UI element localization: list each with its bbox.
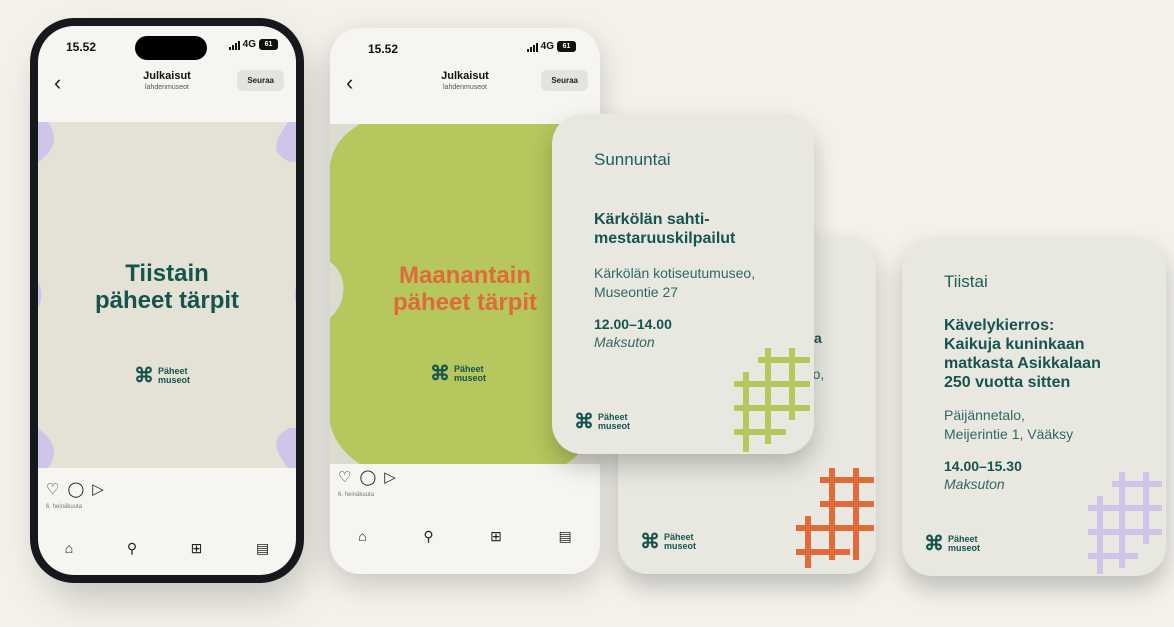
phone-mockup-left: 15.52 4G 61 ‹ Julkaisut lahdenmuseot Seu… xyxy=(30,18,304,583)
reels-icon[interactable]: ▤ xyxy=(558,528,571,545)
card-fee: Maksuton xyxy=(594,334,655,350)
command-mark-icon: ⌘ xyxy=(640,531,660,553)
logo-word-2: museot xyxy=(598,421,631,431)
profile-nav-bar: ‹ Julkaisut lahdenmuseot Seuraa xyxy=(330,68,600,104)
knot-pattern-lavender xyxy=(1088,472,1162,574)
heart-icon[interactable]: ♡ xyxy=(338,468,351,486)
knot-pattern-lime xyxy=(734,348,810,452)
card-event-title: Kävelykierros: Kaikuja kuninkaan matkast… xyxy=(944,316,1101,392)
headline-line-1: Tiistain xyxy=(125,260,209,287)
logo-word-2: museot xyxy=(454,373,487,383)
venue-line-2: Museontie 27 xyxy=(594,284,679,300)
home-icon[interactable]: ⌂ xyxy=(65,540,73,557)
event-title-fragment: a xyxy=(814,330,822,346)
venue-line-1: Päijännetalo, xyxy=(944,407,1025,423)
command-mark-icon: ⌘ xyxy=(134,365,154,387)
card-hours: 14.00–15.30 xyxy=(944,458,1022,474)
card-venue: Kärkölän kotiseutumuseo, Museontie 27 xyxy=(594,264,755,302)
paheet-museot-logo: ⌘ Päheet museot xyxy=(574,412,630,432)
command-mark-icon: ⌘ xyxy=(924,533,944,555)
event-line-3: matkasta Asikkalaan xyxy=(944,355,1101,372)
status-indicators: 4G 61 xyxy=(526,41,576,52)
battery-icon: 61 xyxy=(259,39,278,50)
card-fee: Maksuton xyxy=(944,476,1005,492)
logo-word-2: museot xyxy=(948,543,981,553)
event-line-4: 250 vuotta sitten xyxy=(944,374,1071,391)
card-event-title: Kärkölän sahti- mestaruuskilpailut xyxy=(594,210,735,248)
follow-button[interactable]: Seuraa xyxy=(541,70,588,91)
event-line-2: mestaruuskilpailut xyxy=(594,230,736,247)
post-headline: Tiistain päheet tärpit xyxy=(38,260,296,314)
event-line-1: Kävelykierros: xyxy=(944,317,1055,334)
signal-icon xyxy=(526,42,538,52)
command-mark-icon: ⌘ xyxy=(430,363,450,385)
network-label: 4G xyxy=(540,41,554,52)
event-line-1: Kärkölän sahti- xyxy=(594,211,710,228)
event-card-sunday: Sunnuntai Kärkölän sahti- mestaruuskilpa… xyxy=(552,114,814,454)
dynamic-island xyxy=(135,36,207,60)
profile-nav-bar: ‹ Julkaisut lahdenmuseot Seuraa xyxy=(38,68,296,104)
card-hours: 12.00–14.00 xyxy=(594,316,672,332)
event-card-tuesday: Tiistai Kävelykierros: Kaikuja kuninkaan… xyxy=(902,238,1166,576)
battery-icon: 61 xyxy=(557,41,576,52)
paheet-museot-logo: ⌘ Päheet museot xyxy=(430,364,486,384)
add-icon[interactable]: ⊞ xyxy=(490,528,502,545)
logo-word-2: museot xyxy=(158,375,191,385)
venue-line-2: Meijerintie 1, Vääksy xyxy=(944,426,1074,442)
paheet-museot-logo: ⌘ Päheet museot xyxy=(640,532,696,552)
event-line-2: Kaikuja kuninkaan xyxy=(944,336,1085,353)
post-actions: ♡ ◯ ▷ xyxy=(46,480,104,498)
paheet-museot-logo: ⌘ Päheet museot xyxy=(924,534,980,554)
status-time: 15.52 xyxy=(66,40,97,54)
phone-screen: 15.52 4G 61 ‹ Julkaisut lahdenmuseot Seu… xyxy=(38,26,296,575)
card-day: Sunnuntai xyxy=(594,150,671,169)
post-actions: ♡ ◯ ▷ xyxy=(338,468,396,486)
venue-line-1: Kärkölän kotiseutumuseo, xyxy=(594,265,756,281)
search-icon[interactable]: ⚲ xyxy=(127,540,137,557)
network-label: 4G xyxy=(242,39,256,50)
post-date: 6. heinäkuuta xyxy=(338,492,375,498)
add-icon[interactable]: ⊞ xyxy=(191,540,203,557)
reels-icon[interactable]: ▤ xyxy=(256,540,269,557)
status-time: 15.52 xyxy=(368,42,399,56)
heart-icon[interactable]: ♡ xyxy=(46,480,59,498)
card-day: Tiistai xyxy=(944,272,988,291)
home-icon[interactable]: ⌂ xyxy=(358,528,366,545)
status-indicators: 4G 61 xyxy=(228,39,278,50)
paheet-museot-logo: ⌘ Päheet museot xyxy=(134,366,190,386)
share-icon[interactable]: ▷ xyxy=(384,468,396,486)
bottom-tab-bar: ⌂ ⚲ ⊞ ▤ xyxy=(330,528,600,545)
card-venue: Päijännetalo, Meijerintie 1, Vääksy xyxy=(944,406,1073,444)
command-mark-icon: ⌘ xyxy=(574,411,594,433)
post-date: 6. heinäkuuta xyxy=(46,504,83,510)
comment-icon[interactable]: ◯ xyxy=(359,468,376,486)
signal-icon xyxy=(228,40,240,50)
search-icon[interactable]: ⚲ xyxy=(423,528,433,545)
share-icon[interactable]: ▷ xyxy=(92,480,104,498)
bottom-tab-bar: ⌂ ⚲ ⊞ ▤ xyxy=(38,540,296,557)
headline-line-2: päheet tärpit xyxy=(94,287,240,314)
comment-icon[interactable]: ◯ xyxy=(67,480,84,498)
post-image: Tiistain päheet tärpit ⌘ Päheet museot xyxy=(38,122,296,468)
knot-pattern-orange xyxy=(796,468,874,568)
logo-word-2: museot xyxy=(664,541,697,551)
follow-button[interactable]: Seuraa xyxy=(237,70,284,91)
